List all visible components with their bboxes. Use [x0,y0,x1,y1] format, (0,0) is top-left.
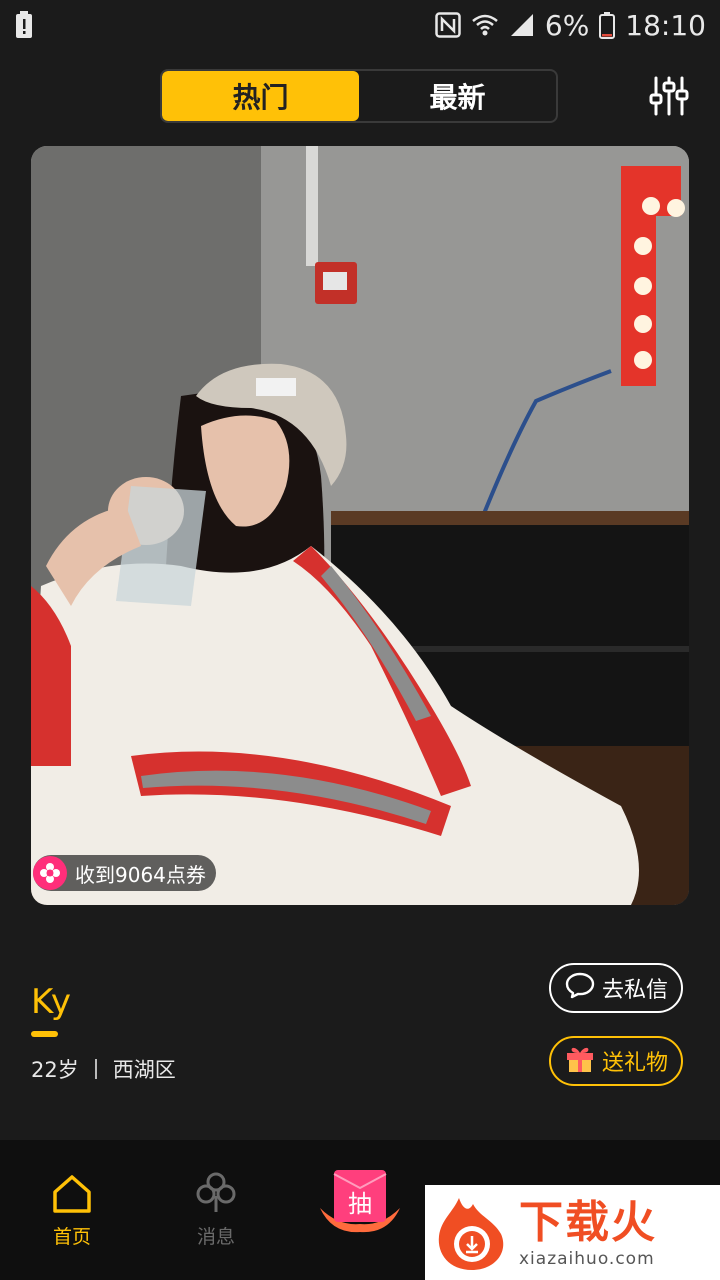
clock: 18:10 [625,8,706,42]
lucky-draw-label: 抽 [348,1190,372,1218]
chat-bubble-icon [564,971,596,1005]
signal-icon [509,12,535,38]
profile-photo[interactable] [31,146,689,905]
fire-logo-icon [429,1190,515,1276]
user-meta: 22岁 西湖区 [31,1054,176,1084]
user-district: 西湖区 [112,1058,176,1082]
nav-messages[interactable]: 消息 [166,1168,266,1249]
private-message-button[interactable]: 去私信 [549,963,683,1013]
tab-latest[interactable]: 最新 [359,71,556,121]
send-gift-button[interactable]: 送礼物 [549,1036,683,1086]
flower-icon [33,856,67,890]
battery-icon [599,11,616,39]
name-underline [31,1031,58,1037]
watermark-cn: 下载火 [519,1196,657,1248]
clover-icon [166,1168,266,1214]
send-gift-label: 送礼物 [601,1051,668,1076]
lucky-draw-button[interactable]: 抽 [318,1168,402,1234]
tab-hot[interactable]: 热门 [162,71,359,121]
home-icon [22,1168,122,1214]
gift-icon [564,1042,596,1080]
sliders-icon[interactable] [648,74,690,118]
coupon-text: 收到9064点券 [75,862,206,887]
battery-percent: 6% [544,8,590,42]
feed-tabs: 热门 最新 [160,69,558,123]
wifi-icon [471,12,499,38]
nav-home[interactable]: 首页 [22,1168,122,1249]
user-name: Ky [31,982,71,1022]
watermark: 下载火 xiazaihuo.com [425,1185,720,1280]
battery-alert-icon [14,11,34,39]
watermark-url: xiazaihuo.com [519,1248,655,1269]
nfc-icon [435,12,461,38]
private-message-label: 去私信 [601,978,668,1003]
watermark-text: 下载火 xiazaihuo.com [519,1197,657,1269]
status-bar: 6% 18:10 [0,0,720,50]
user-age: 22岁 [31,1058,79,1082]
coupon-badge: 收到9064点券 [33,855,216,891]
nav-messages-label: 消息 [196,1226,235,1248]
meta-divider [94,1059,97,1079]
nav-home-label: 首页 [52,1226,91,1248]
